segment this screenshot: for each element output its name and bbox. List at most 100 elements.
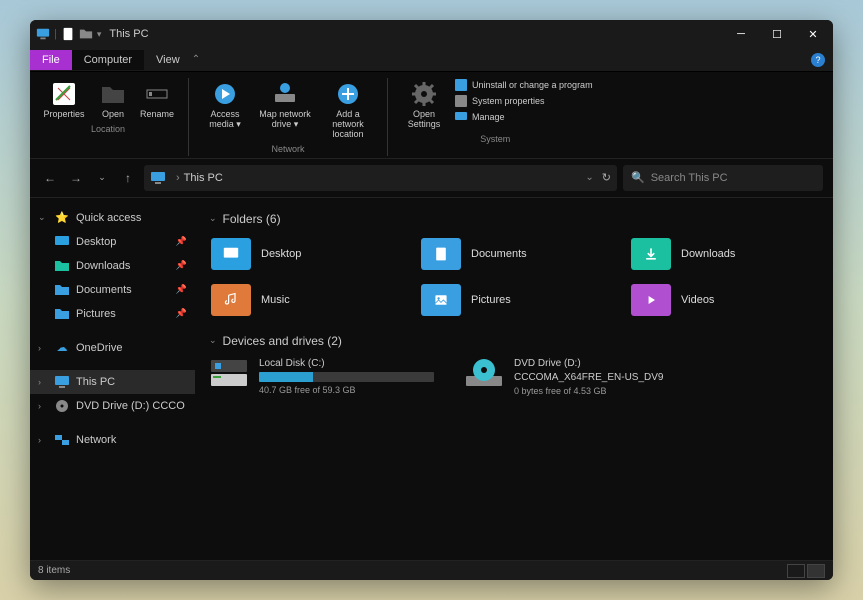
downloads-folder-icon [631, 238, 671, 270]
sidebar-documents[interactable]: Documents📌 [30, 278, 195, 302]
network-icon [54, 432, 70, 448]
system-props-icon [454, 94, 468, 108]
breadcrumb[interactable]: This PC [184, 172, 223, 184]
manage-icon [454, 110, 468, 124]
tab-computer[interactable]: Computer [72, 50, 144, 70]
sidebar-this-pc[interactable]: › This PC [30, 370, 195, 394]
drives-section-header[interactable]: ⌄ Devices and drives (2) [209, 334, 819, 348]
properties-icon [50, 80, 78, 108]
folders-grid: Desktop Documents Downloads Music Pictur… [209, 236, 819, 318]
folders-section-header[interactable]: ⌄ Folders (6) [209, 212, 819, 226]
rename-icon [143, 80, 171, 108]
pictures-icon [54, 306, 70, 322]
uninstall-button[interactable]: Uninstall or change a program [454, 78, 593, 92]
explorer-body: ⌄ ⭐ Quick access Desktop📌 Downloads📌 Doc… [30, 198, 833, 560]
drive-usage-bar [259, 372, 434, 382]
rename-button[interactable]: Rename [136, 78, 178, 122]
open-button[interactable]: Open [94, 78, 132, 122]
music-folder-icon [211, 284, 251, 316]
address-bar: ← → ⌄ ↑ › This PC ⌄ ↻ 🔍 Search This PC [30, 159, 833, 198]
chevron-down-icon[interactable]: ⌄ [38, 212, 48, 223]
ribbon-tabs: File Computer View ⌃ ? [30, 48, 833, 72]
address-input[interactable]: › This PC ⌄ ↻ [144, 165, 617, 191]
ribbon-separator [188, 78, 189, 156]
network-drive-icon [271, 80, 299, 108]
search-icon: 🔍 [631, 171, 645, 184]
ribbon-group-system: Open Settings Uninstall or change a prog… [398, 78, 593, 156]
sidebar-downloads[interactable]: Downloads📌 [30, 254, 195, 278]
up-button[interactable]: ↑ [118, 168, 138, 188]
folder-desktop[interactable]: Desktop [209, 236, 399, 272]
add-network-icon [334, 80, 362, 108]
collapse-ribbon-icon[interactable]: ⌃ [192, 54, 200, 65]
folder-icon[interactable] [79, 27, 93, 41]
sidebar-desktop[interactable]: Desktop📌 [30, 230, 195, 254]
folder-videos[interactable]: Videos [629, 282, 819, 318]
folder-documents[interactable]: Documents [419, 236, 609, 272]
access-media-button[interactable]: Access media ▾ [199, 78, 251, 142]
pc-icon [54, 374, 70, 390]
chevron-right-icon[interactable]: › [38, 343, 48, 353]
ribbon-group-network: Access media ▾ Map network drive ▾ Add a… [199, 78, 377, 156]
back-button[interactable]: ← [40, 168, 60, 188]
chevron-right-icon[interactable]: › [38, 401, 48, 411]
manage-button[interactable]: Manage [454, 110, 593, 124]
minimize-button[interactable]: ─ [727, 22, 755, 46]
drive-local-c[interactable]: Local Disk (C:) 40.7 GB free of 59.3 GB [209, 358, 434, 396]
disc-drive-icon [464, 358, 504, 390]
folder-pictures[interactable]: Pictures [419, 282, 609, 318]
sidebar-pictures[interactable]: Pictures📌 [30, 302, 195, 326]
forward-button[interactable]: → [66, 168, 86, 188]
folder-downloads[interactable]: Downloads [629, 236, 819, 272]
open-icon [99, 80, 127, 108]
address-dropdown-icon[interactable]: ⌄ [585, 172, 593, 183]
tab-file[interactable]: File [30, 50, 72, 70]
system-properties-button[interactable]: System properties [454, 94, 593, 108]
drive-free-text: 0 bytes free of 4.53 GB [514, 386, 689, 396]
ribbon-separator [387, 78, 388, 156]
media-icon [211, 80, 239, 108]
ribbon-group-label: System [398, 134, 593, 146]
tab-view[interactable]: View [144, 50, 192, 70]
content-pane[interactable]: ⌄ Folders (6) Desktop Documents Download… [195, 198, 833, 560]
details-view-button[interactable] [787, 564, 805, 578]
drive-dvd-d[interactable]: DVD Drive (D:) CCCOMA_X64FRE_EN-US_DV9 0… [464, 358, 689, 396]
help-icon[interactable]: ? [811, 53, 825, 67]
search-input[interactable]: 🔍 Search This PC [623, 165, 823, 191]
sidebar-network[interactable]: › Network [30, 428, 195, 452]
sidebar-onedrive[interactable]: › ☁ OneDrive [30, 336, 195, 360]
chevron-right-icon[interactable]: › [38, 377, 48, 387]
close-button[interactable]: ✕ [799, 22, 827, 46]
hdd-icon [209, 358, 249, 390]
drive-label: CCCOMA_X64FRE_EN-US_DV9 [514, 372, 689, 383]
map-network-button[interactable]: Map network drive ▾ [255, 78, 315, 142]
folder-music[interactable]: Music [209, 282, 399, 318]
ribbon-group-location: Properties Open Rename Location [38, 78, 178, 156]
disc-icon [54, 398, 70, 414]
open-settings-button[interactable]: Open Settings [398, 78, 450, 132]
maximize-button[interactable]: ☐ [763, 22, 791, 46]
documents-icon [54, 282, 70, 298]
downloads-icon [54, 258, 70, 274]
qat-dropdown[interactable]: ▾ [97, 29, 102, 40]
window-title: This PC [109, 28, 148, 40]
recent-dropdown[interactable]: ⌄ [92, 168, 112, 188]
add-network-button[interactable]: Add a network location [319, 78, 377, 142]
icons-view-button[interactable] [807, 564, 825, 578]
navigation-pane: ⌄ ⭐ Quick access Desktop📌 Downloads📌 Doc… [30, 198, 195, 560]
sidebar-quick-access[interactable]: ⌄ ⭐ Quick access [30, 206, 195, 230]
ribbon-group-label: Location [38, 124, 178, 136]
pc-icon [150, 170, 166, 186]
refresh-button[interactable]: ↻ [602, 171, 611, 184]
pc-icon [36, 27, 50, 41]
sidebar-dvd[interactable]: › DVD Drive (D:) CCCO [30, 394, 195, 418]
uninstall-icon [454, 78, 468, 92]
properties-button[interactable]: Properties [38, 78, 90, 122]
settings-icon [410, 80, 438, 108]
document-icon[interactable] [61, 27, 75, 41]
pin-icon: 📌 [176, 260, 187, 271]
file-explorer-window: | ▾ This PC ─ ☐ ✕ File Computer View ⌃ ?… [30, 20, 833, 580]
titlebar[interactable]: | ▾ This PC ─ ☐ ✕ [30, 20, 833, 48]
chevron-right-icon[interactable]: › [38, 435, 48, 445]
cloud-icon: ☁ [54, 340, 70, 356]
